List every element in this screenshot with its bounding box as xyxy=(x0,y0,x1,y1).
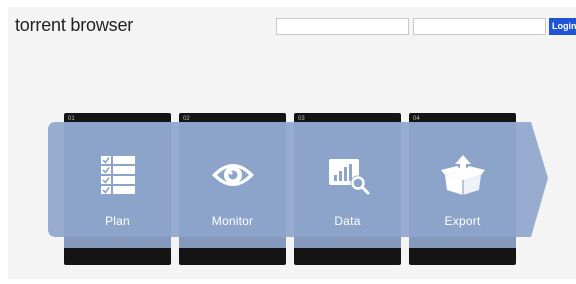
step-label: Export xyxy=(444,214,481,228)
chart-search-icon xyxy=(326,155,370,195)
step-data[interactable]: Data xyxy=(294,122,401,248)
box-upload-icon xyxy=(440,155,485,195)
step-plan[interactable]: Plan xyxy=(64,122,171,248)
process-steps: 01 02 03 04 Plan Monitor Data Export xyxy=(8,7,576,279)
step-label: Data xyxy=(334,214,361,228)
page: torrent browser Login 01 02 03 04 Plan M… xyxy=(8,7,576,279)
checklist-icon xyxy=(96,155,140,195)
eye-icon xyxy=(211,155,255,195)
step-monitor[interactable]: Monitor xyxy=(179,122,286,248)
step-label: Plan xyxy=(105,214,130,228)
step-export[interactable]: Export xyxy=(409,122,516,248)
step-label: Monitor xyxy=(211,214,254,228)
